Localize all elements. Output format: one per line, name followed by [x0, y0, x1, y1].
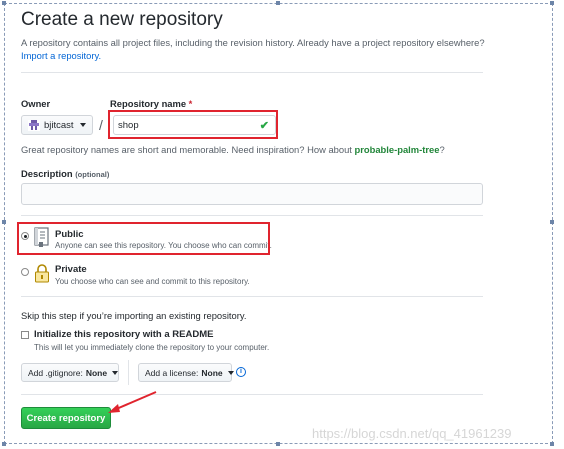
owner-value: bjitcast — [44, 119, 74, 131]
skip-text: Skip this step if you’re importing an ex… — [21, 310, 247, 321]
name-hint: Great repository names are short and mem… — [21, 144, 445, 155]
description-label-text: Description — [21, 168, 73, 179]
intro-description: A repository contains all project files,… — [21, 37, 485, 48]
description-input[interactable] — [21, 183, 483, 205]
import-repository-link[interactable]: Import a repository. — [21, 50, 101, 61]
owner-dropdown[interactable]: bjitcast — [21, 115, 93, 135]
red-arrow-annotation — [108, 391, 157, 413]
license-label: Add a license: — [145, 367, 199, 378]
license-dropdown[interactable]: Add a license: None — [138, 363, 234, 382]
create-repository-button[interactable]: Create repository — [21, 407, 111, 429]
divider — [128, 360, 129, 385]
name-hint-text: Great repository names are short and mem… — [21, 144, 352, 155]
avatar-icon — [28, 119, 40, 131]
repo-name-label: Repository name * — [110, 98, 192, 109]
private-title: Private — [55, 264, 87, 275]
resize-handle[interactable] — [276, 442, 280, 446]
owner-label: Owner — [21, 98, 51, 109]
readme-checkbox[interactable] — [21, 331, 29, 339]
resize-handle[interactable] — [2, 220, 6, 224]
resize-handle[interactable] — [550, 220, 554, 224]
chevron-down-icon — [79, 123, 86, 127]
readme-note: This will let you immediately clone the … — [34, 343, 270, 352]
gitignore-dropdown[interactable]: Add .gitignore: None — [21, 363, 119, 382]
chevron-down-icon — [227, 370, 234, 375]
license-value: None — [201, 367, 223, 378]
gitignore-value: None — [85, 367, 108, 378]
name-hint-suffix: ? — [439, 144, 445, 155]
resize-handle[interactable] — [550, 442, 554, 446]
required-marker: * — [188, 98, 193, 109]
chevron-down-icon — [112, 370, 119, 375]
highlight-box-public — [17, 222, 270, 255]
owner-repo-separator: / — [99, 117, 103, 133]
page-title: Create a new repository — [21, 9, 223, 30]
name-suggestion[interactable]: probable-palm-tree — [355, 144, 440, 155]
private-radio[interactable] — [21, 268, 29, 276]
intro-text: A repository contains all project files,… — [21, 36, 491, 62]
highlight-box-repo-name — [108, 110, 278, 139]
resize-handle[interactable] — [2, 1, 6, 5]
resize-handle[interactable] — [2, 442, 6, 446]
divider — [21, 72, 483, 73]
repo-name-label-text: Repository name — [110, 98, 187, 109]
watermark-text: https://blog.csdn.net/qq_41961239 — [312, 426, 512, 441]
divider — [21, 296, 483, 297]
gitignore-label: Add .gitignore: — [28, 367, 83, 378]
description-label: Description (optional) — [21, 168, 109, 179]
readme-label: Initialize this repository with a README — [34, 329, 214, 340]
info-icon[interactable]: i — [236, 367, 246, 377]
optional-tag: (optional) — [75, 170, 110, 179]
resize-handle[interactable] — [276, 1, 280, 5]
divider — [21, 394, 483, 395]
divider — [21, 215, 483, 216]
lock-icon — [34, 263, 50, 283]
resize-handle[interactable] — [550, 1, 554, 5]
private-note: You choose who can see and commit to thi… — [55, 277, 250, 286]
